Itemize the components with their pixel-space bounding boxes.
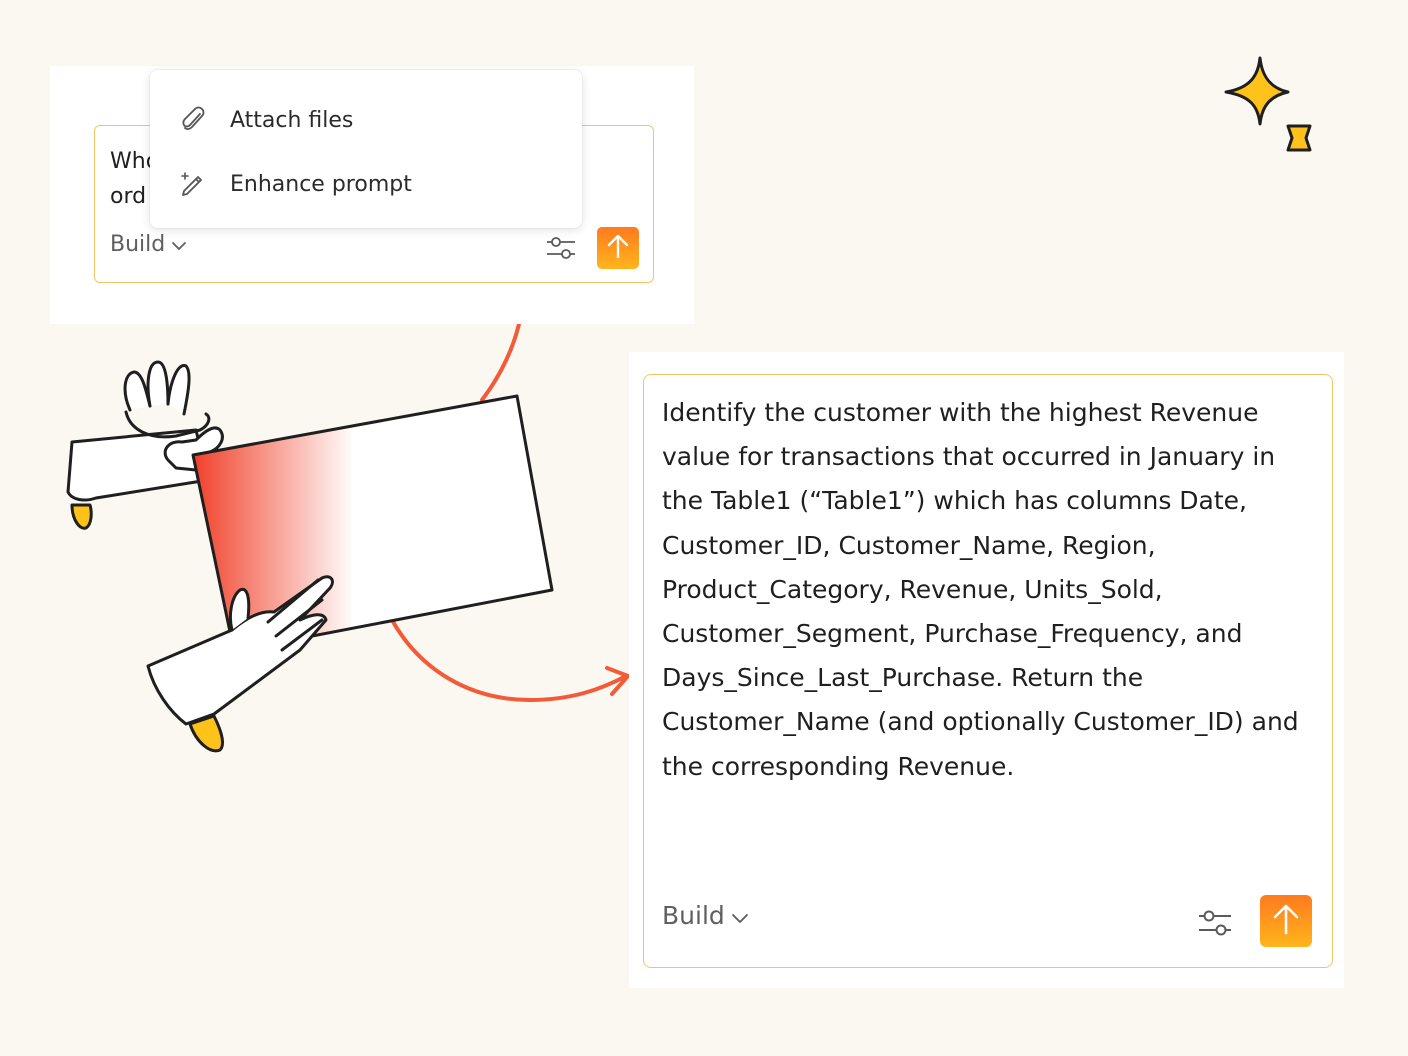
chevron-down-icon (171, 232, 187, 257)
menu-item-enhance-prompt[interactable]: Enhance prompt (150, 156, 582, 212)
menu-item-label: Enhance prompt (230, 171, 412, 197)
settings-button[interactable] (545, 233, 577, 263)
lower-hand (146, 575, 334, 753)
menu-item-attach-files[interactable]: Attach files (150, 92, 582, 148)
build-mode-label: Build (110, 232, 166, 257)
paper-card (191, 394, 554, 653)
chat-input-card-after: Identify the customer with the highest R… (629, 352, 1344, 988)
arrowhead-bottom (605, 666, 630, 696)
chat-input-card-before: Who ord Build Attach files Enhance promp… (50, 66, 694, 324)
chevron-down-icon (731, 901, 749, 930)
magic-pen-icon (178, 169, 208, 199)
enhanced-prompt-text[interactable]: Identify the customer with the highest R… (662, 391, 1322, 789)
chat-input-box-enhanced[interactable]: Identify the customer with the highest R… (643, 374, 1333, 968)
send-button[interactable] (1260, 895, 1312, 947)
build-mode-dropdown[interactable]: Build (662, 901, 749, 930)
send-button[interactable] (597, 227, 639, 269)
build-mode-dropdown[interactable]: Build (110, 232, 187, 257)
menu-item-label: Attach files (230, 107, 354, 133)
sparkle-icon (1224, 56, 1312, 152)
sliders-icon (545, 237, 577, 267)
arrow-up-icon (1273, 903, 1299, 939)
arrow-to-result-card (390, 618, 628, 703)
plus-menu: Attach files Enhance prompt (150, 70, 582, 228)
sliders-icon (1197, 910, 1233, 944)
paperclip-icon (178, 105, 208, 135)
upper-hand (66, 360, 224, 530)
build-mode-label: Build (662, 901, 725, 930)
arrow-up-icon (607, 233, 629, 263)
settings-button[interactable] (1197, 906, 1233, 940)
